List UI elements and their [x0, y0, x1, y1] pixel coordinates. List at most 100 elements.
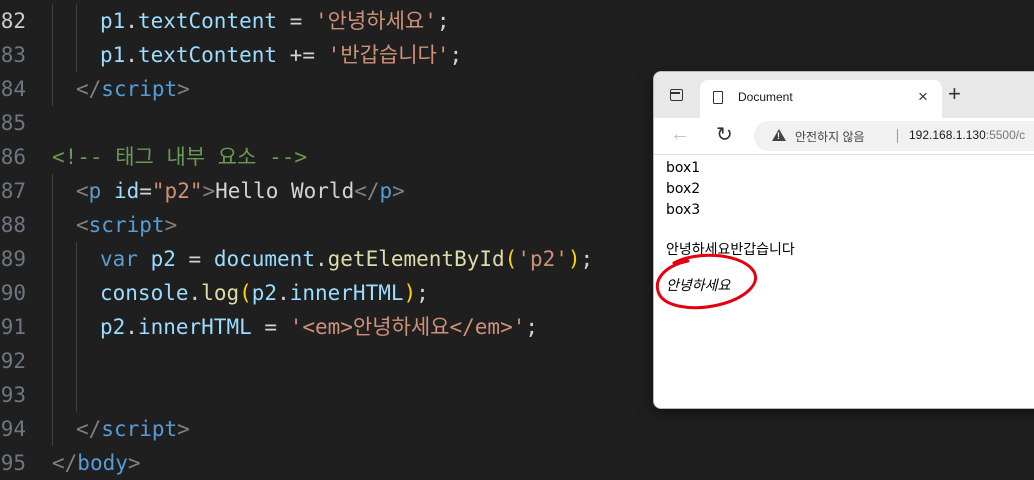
tab-document[interactable]: Document ×: [700, 80, 942, 118]
code-token: p1: [100, 9, 126, 33]
indent-guide: [52, 72, 53, 106]
code-token: id: [101, 179, 140, 203]
tab-actions-icon[interactable]: [670, 89, 683, 101]
code-token: script: [88, 213, 165, 237]
indent-guide: [52, 38, 53, 72]
code-text: <script>: [76, 208, 177, 242]
code-text: p2.innerHTML = '<em>안녕하세요</em>';: [100, 310, 538, 344]
line-number: 88: [0, 213, 26, 237]
line-number: 95: [0, 451, 26, 475]
code-token: >: [177, 417, 190, 441]
code-token: .: [188, 281, 202, 305]
tab-strip: Document × +: [654, 72, 1034, 118]
code-token: ;: [449, 43, 463, 67]
code-text: console.log(p2.innerHTML);: [100, 276, 429, 310]
code-token: Hello World: [215, 179, 355, 203]
indent-guide: [52, 174, 53, 208]
new-tab-button[interactable]: +: [948, 81, 961, 107]
code-token: <!-- 태그 내부 요소 -->: [52, 145, 307, 169]
code-token: '<em>안녕하세요</em>': [289, 315, 526, 339]
code-token: =: [139, 179, 152, 203]
code-text: </body>: [52, 446, 141, 480]
code-token: innerHTML: [289, 281, 404, 305]
code-text: </script>: [76, 412, 190, 446]
indent-guide: [52, 412, 53, 446]
code-token: 'p2': [517, 247, 568, 271]
code-token: innerHTML: [137, 315, 252, 339]
code-token: <: [76, 179, 89, 203]
code-token: .: [314, 247, 328, 271]
code-token: >: [164, 213, 178, 237]
line-number: 83: [0, 43, 26, 67]
code-token: =: [251, 315, 290, 339]
code-token: p2: [150, 247, 176, 271]
code-token: p: [88, 179, 102, 203]
code-token: (: [504, 247, 518, 271]
indent-guide: [52, 208, 53, 242]
code-token: <: [76, 213, 89, 237]
line-number: 87: [0, 179, 26, 203]
indent-guide: [52, 4, 53, 38]
code-token: script: [101, 77, 178, 101]
indent-guide: [76, 344, 77, 378]
code-token: script: [101, 417, 178, 441]
indent-guide: [76, 4, 77, 38]
line-number: 94: [0, 417, 26, 441]
close-tab-icon[interactable]: ×: [918, 87, 928, 107]
code-text: p1.textContent += '반갑습니다';: [100, 38, 462, 72]
address-divider: [897, 129, 898, 143]
code-token: log: [201, 281, 240, 305]
code-line[interactable]: 94 </script>: [0, 412, 1034, 446]
code-line[interactable]: 82 p1.textContent = '안녕하세요';: [0, 4, 1034, 38]
address-bar[interactable]: ! 안전하지 않음 192.168.1.130:5500/c: [754, 121, 1034, 151]
code-token: ): [567, 247, 581, 271]
code-line[interactable]: 83 p1.textContent += '반갑습니다';: [0, 38, 1034, 72]
code-text: <!-- 태그 내부 요소 -->: [52, 140, 307, 174]
red-annotation-circle: [655, 253, 758, 310]
url-host: 192.168.1.130: [909, 128, 986, 142]
code-token: console: [100, 281, 189, 305]
warning-icon[interactable]: !: [772, 129, 786, 141]
indent-guide: [76, 310, 77, 344]
code-token: textContent: [137, 43, 278, 67]
code-token: getElementById: [327, 247, 505, 271]
box1-text: box1: [666, 160, 701, 176]
code-line[interactable]: 95 </body>: [0, 446, 1034, 480]
code-token: </: [76, 77, 102, 101]
code-token: var: [100, 247, 138, 271]
code-token: </: [52, 451, 78, 475]
code-text: <p id="p2">Hello World</p>: [76, 174, 405, 208]
indent-guide: [52, 378, 53, 412]
code-token: p1: [100, 43, 126, 67]
code-token: .: [125, 43, 138, 67]
code-token: ;: [436, 9, 450, 33]
code-token: '반갑습니다': [327, 43, 450, 67]
code-token: =: [175, 247, 214, 271]
browser-window[interactable]: Document × + ← ↻ ! 안전하지 않음 192.168.1.130…: [653, 71, 1034, 409]
url-path: :5500/c: [985, 128, 1026, 142]
indent-guide: [76, 242, 77, 276]
tab-title: Document: [738, 90, 793, 104]
line-number: 86: [0, 145, 26, 169]
back-button[interactable]: ←: [670, 123, 690, 146]
box3-text: box3: [666, 202, 701, 218]
code-token: '안녕하세요': [314, 9, 437, 33]
code-token: .: [277, 281, 290, 305]
code-token: </: [354, 179, 380, 203]
code-token: ;: [580, 247, 594, 271]
indent-guide: [76, 378, 77, 412]
url-text[interactable]: 192.168.1.130:5500/c: [909, 128, 1025, 142]
line-number: 82: [0, 9, 26, 33]
line-number: 93: [0, 383, 26, 407]
line-number: 89: [0, 247, 26, 271]
code-token: >: [177, 77, 190, 101]
security-label[interactable]: 안전하지 않음: [795, 128, 865, 145]
line-number: 91: [0, 315, 26, 339]
code-token: +=: [277, 43, 328, 67]
reload-button[interactable]: ↻: [716, 122, 733, 147]
line-number: 92: [0, 349, 26, 373]
code-token: >: [392, 179, 405, 203]
browser-toolbar: ← ↻ ! 안전하지 않음 192.168.1.130:5500/c: [654, 118, 1034, 155]
code-token: >: [202, 179, 216, 203]
code-token: p2: [100, 315, 126, 339]
